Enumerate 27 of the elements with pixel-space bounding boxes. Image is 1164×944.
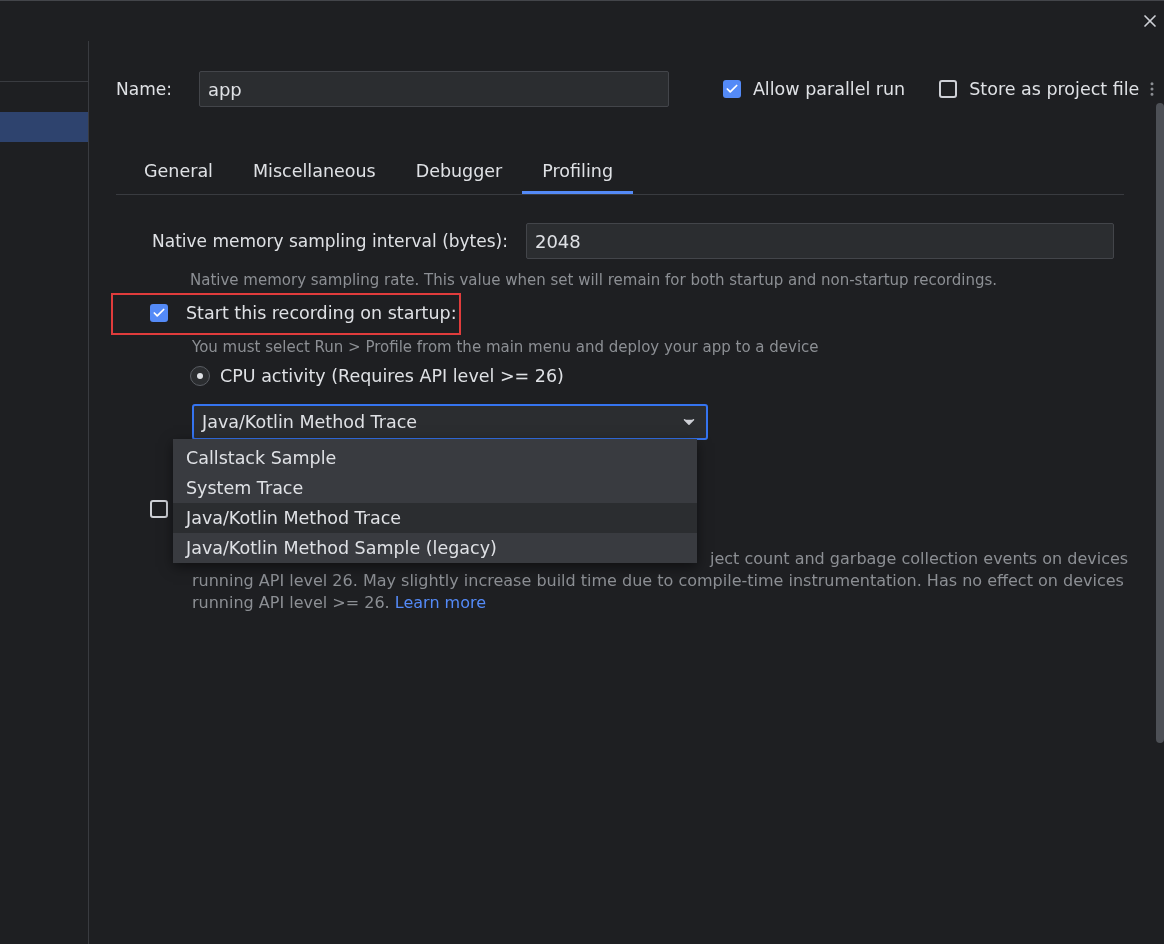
allocation-checkbox[interactable] [150,500,168,518]
scrollbar[interactable] [1156,103,1164,743]
name-label: Name: [116,79,172,99]
interval-label: Native memory sampling interval (bytes): [152,231,508,251]
tab[interactable]: Debugger [395,151,523,194]
dropdown-option[interactable]: Callstack Sample [173,443,697,473]
name-field[interactable]: app [198,71,669,107]
interval-field[interactable]: 2048 [525,223,1114,259]
interval-hint: Native memory sampling rate. This value when set will remain for both startup and non-startup recordings. [190,271,999,289]
tab[interactable]: Profiling [522,151,633,194]
description-text: ject count and garbage collection events on devices [710,549,1129,568]
dropdown-option[interactable]: System Trace [173,473,697,503]
option-checkbox[interactable]: Allow parallel run [722,79,906,99]
startup-hint: You must select Run > Profile from the main menu and deploy your app to a device [192,338,820,356]
check-icon [152,306,166,320]
tab[interactable]: Miscellaneous [232,151,396,194]
dropdown-option[interactable]: Java/Kotlin Method Trace [173,503,697,533]
cpu-radio[interactable]: CPU activity (Requires API level >= 26) [190,366,564,386]
learn-more-link[interactable]: Learn more [394,593,487,612]
startup-checkbox[interactable]: Start this recording on startup: [150,303,457,323]
tab[interactable]: General [124,151,233,194]
method-dropdown[interactable]: Java/Kotlin Method Trace [192,404,708,440]
check-icon [724,82,739,96]
description-text: running API level 26. May slightly increase build time due to compile-time instrumentation. Has no effect on devices [192,571,1124,590]
option-checkbox[interactable]: Store as project file [939,79,1140,99]
dropdown-option[interactable]: Java/Kotlin Method Sample (legacy) [173,533,697,563]
description-text: running API level >= 26. [192,593,390,612]
